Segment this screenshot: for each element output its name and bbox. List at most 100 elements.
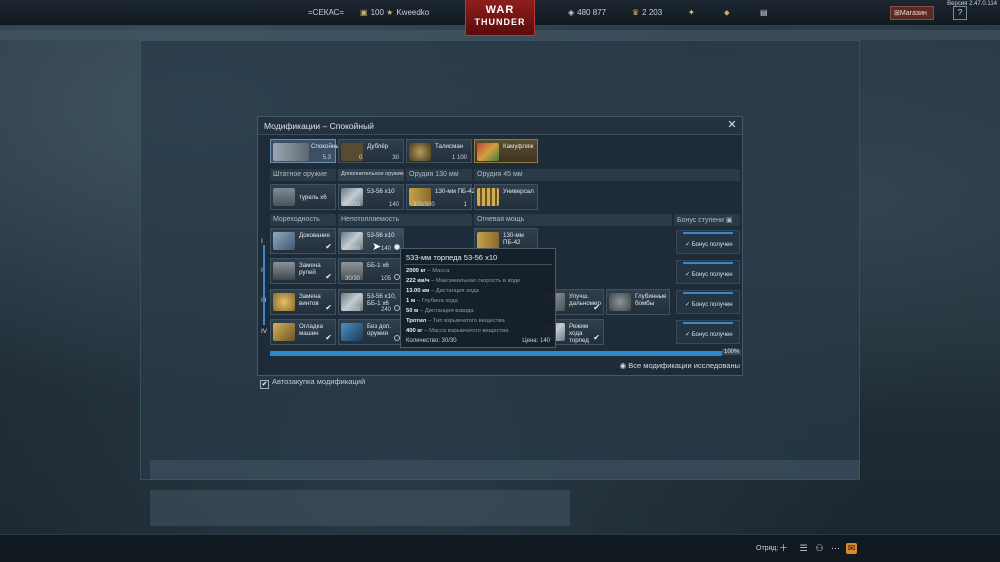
tooltip-row: 50 м – Дистанция взвода	[406, 308, 474, 314]
player-info[interactable]: ▣ 100 ★ Kweedko	[360, 8, 429, 17]
all-researched-status: ◉ Все модификации исследованы	[620, 361, 740, 370]
rudder-icon	[273, 262, 295, 280]
tier-label: I	[261, 238, 263, 245]
card-backup[interactable]: Дублёр 0 30	[338, 139, 404, 163]
researched-check-icon: ✔	[325, 303, 332, 312]
mod-price: 240	[380, 307, 391, 313]
mod-propellers[interactable]: Замена винтов ✔	[270, 289, 336, 315]
all-researched-label: Все модификации исследованы	[628, 361, 740, 370]
card-camouflage[interactable]: Камуфляж	[474, 139, 538, 163]
tooltip-quantity: Количество: 30/30	[406, 338, 457, 344]
tooltip-row: Тротил – Тип взрывчатого вещества	[406, 318, 505, 324]
tooltip-row: 222 км/ч – Максимальная скорость в воде	[406, 278, 521, 284]
tier-bonus-1: ✓ Бонус получен	[676, 230, 740, 254]
contacts-icon[interactable]: ⚇	[814, 543, 825, 554]
mod-engine-tuning[interactable]: Огладка машин ✔	[270, 319, 336, 345]
weapon-turret[interactable]: турель x6	[270, 184, 336, 210]
weapon-name: Универсал	[503, 188, 534, 195]
mod-rudder[interactable]: Замена рулей ✔	[270, 258, 336, 284]
tooltip-row: 400 кг – Масса взрывчатого вещества	[406, 328, 509, 334]
mod-no-extra-weapons[interactable]: Без доп. оружия	[338, 319, 404, 345]
header-standard-weapons: Штатное оружие	[270, 169, 336, 181]
tier-bonus-4: ✓ Бонус получен	[676, 320, 740, 344]
game-logo: WAR THUNDER	[465, 0, 535, 36]
researched-check-icon: ✔	[325, 333, 332, 342]
player-level: 100	[370, 8, 384, 17]
card-name: Талисман	[435, 143, 464, 150]
header-tier-bonus: Бонус ступени ▣	[674, 214, 740, 226]
premium-icon[interactable]: ✦	[688, 8, 698, 17]
header-130mm-guns: Орудия 130 мм	[406, 169, 472, 181]
mod-name: Докование	[299, 232, 330, 239]
tier-bonus-3: ✓ Бонус получен	[676, 290, 740, 314]
mod-depth-bombs[interactable]: Глубинные бомбы	[606, 289, 670, 315]
weapon-name: турель x6	[299, 194, 327, 201]
weapon-price: 1	[463, 202, 467, 208]
background-crew-strip	[150, 460, 860, 480]
warbond-icon[interactable]: ⬥	[724, 8, 733, 18]
inventory-icon[interactable]: ▤	[760, 8, 771, 17]
chat-icon[interactable]: ⋯	[830, 543, 841, 554]
rank-star-icon: ★	[386, 8, 394, 17]
weapon-count: 300/300	[413, 202, 435, 208]
close-icon[interactable]: ✕	[726, 119, 738, 131]
menu-icon[interactable]: ☰	[798, 543, 809, 554]
bonus-progress-bar	[683, 232, 733, 234]
clan-tag[interactable]: =СЕКАС=	[308, 8, 344, 17]
tooltip-price: Цена: 140	[522, 338, 550, 344]
weapon-45mm-universal[interactable]: Универсал	[474, 184, 538, 210]
depth-bomb-icon	[609, 293, 631, 311]
bonus-status: ✓ Бонус получен	[685, 332, 733, 338]
version-label: Версия 2.47.0.114	[947, 1, 997, 7]
avatar: ▣	[360, 8, 368, 17]
bonus-status: ✓ Бонус получен	[685, 302, 733, 308]
card-vehicle[interactable]: Спокойный 5.3	[270, 139, 343, 163]
mail-icon[interactable]: ✉	[846, 543, 857, 554]
golden-eagles-icon: ♛	[632, 8, 640, 17]
mod-depth-charges-bb1[interactable]: ББ-1 x6 30/30 105	[338, 258, 404, 284]
tier-bonus-label: Бонус ступени	[677, 217, 724, 224]
weapon-name: 53-56 x10	[367, 188, 395, 195]
torpedo-tooltip: 533-мм торпеда 53-56 x10 2000 кг – Масса…	[400, 248, 556, 348]
add-squad-member-icon[interactable]: ＋	[778, 543, 789, 554]
header-extra-weapons: Дополнительное оружие	[338, 169, 404, 181]
mod-torpedo-53-56[interactable]: 53-56 x10 30/30 140	[338, 228, 404, 254]
mod-docking[interactable]: Докование ✔	[270, 228, 336, 254]
silver-balance[interactable]: ◈ 480 877	[568, 8, 606, 17]
weapon-price: 140	[388, 202, 399, 208]
bottom-bar: Отряд: ＋ ☰ ⚇ ⋯ ✉	[0, 534, 1000, 562]
info-icon[interactable]: ▣	[726, 217, 733, 224]
talisman-icon	[409, 143, 431, 161]
mod-torpedo-and-charges[interactable]: 53-56 x10, ББ-1 x6 30/30 240	[338, 289, 404, 315]
mod-name: 130-мм ПБ-42	[503, 232, 524, 246]
bonus-progress-bar	[683, 322, 733, 324]
weapon-torpedo[interactable]: 53-56 x10 30/30 140	[338, 184, 404, 210]
card-count: 0	[359, 155, 363, 161]
research-progress-bar	[270, 351, 722, 356]
weapon-name: 130-мм ПБ-42	[435, 188, 476, 195]
background-vehicle-slots	[150, 490, 570, 526]
shop-label: Магазин	[899, 10, 927, 17]
top-bar: =СЕКАС= ▣ 100 ★ Kweedko WAR THUNDER ◈ 480 8…	[0, 0, 1000, 36]
mod-price: 105	[380, 276, 391, 282]
autobuy-label: Автозакупка модификаций	[272, 377, 366, 386]
tooltip-row: 13.00 км – Дистанция хода	[406, 288, 479, 294]
weapon-130mm-shell[interactable]: 130-мм ПБ-42 300/300 1	[406, 184, 476, 210]
logo-line-2: THUNDER	[474, 17, 526, 27]
card-talisman[interactable]: Талисман 1 100	[406, 139, 472, 163]
card-name: Камуфляж	[503, 143, 534, 150]
bonus-status: ✓ Бонус получен	[685, 272, 733, 278]
gold-balance[interactable]: ♛ 2 203	[632, 8, 662, 17]
card-price: 30	[392, 155, 399, 161]
bonus-progress-bar	[683, 262, 733, 264]
autobuy-checkbox[interactable]: ✔ Автозакупка модификаций	[260, 377, 365, 389]
shop-button[interactable]: ⊞Магазин	[890, 6, 934, 20]
gold-amount: 2 203	[642, 8, 663, 17]
help-button[interactable]: ?	[953, 6, 967, 20]
researched-check-icon: ✔	[325, 242, 332, 251]
mod-count: 30/30	[345, 307, 361, 313]
tooltip-divider	[404, 264, 552, 265]
checkbox-icon: ✔	[260, 380, 269, 389]
bonus-progress-bar	[683, 292, 733, 294]
dialog-header: Модификации – Спокойный	[258, 117, 742, 135]
